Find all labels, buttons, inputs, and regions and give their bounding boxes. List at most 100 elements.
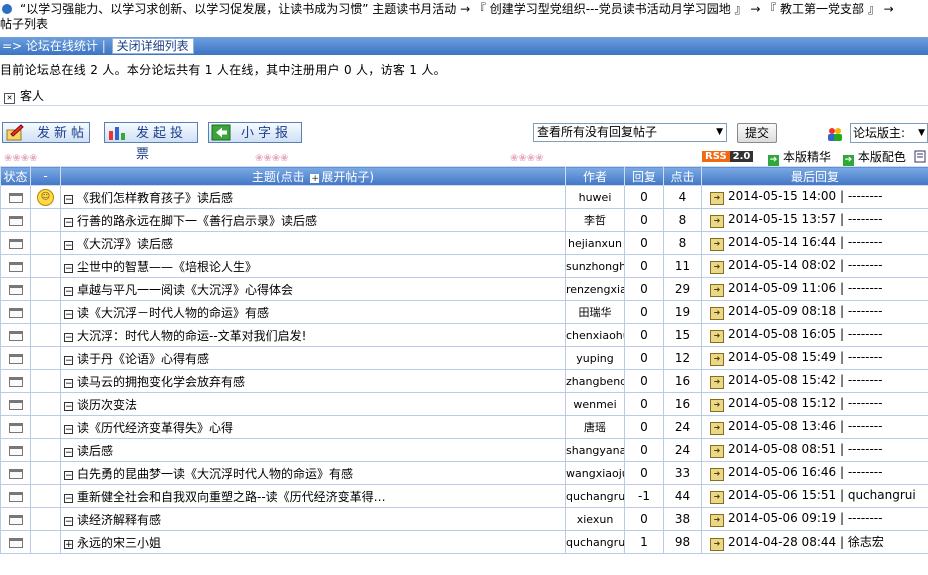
view-count: 16 xyxy=(663,392,702,416)
last-post-icon[interactable]: ➜ xyxy=(710,261,724,274)
last-post-icon[interactable]: ➜ xyxy=(710,330,724,343)
last-reply-user[interactable]: | -------- xyxy=(840,373,883,387)
moderator-select[interactable]: 论坛版主: ▼ xyxy=(850,123,928,143)
table-row: − 《大沉浮》读后感 hejianxun 0 8 ➜ 2014-05-14 16:44 | … xyxy=(0,231,928,255)
last-reply-user[interactable]: | -------- xyxy=(840,350,883,364)
collapse-icon[interactable]: − xyxy=(64,470,73,480)
collapse-icon[interactable]: − xyxy=(64,309,73,319)
author-link[interactable]: 田瑞华 xyxy=(565,300,625,324)
collapse-icon[interactable]: − xyxy=(64,516,73,526)
collapse-icon[interactable]: − xyxy=(64,493,73,503)
author-link[interactable]: wenmei xyxy=(565,392,625,416)
collapse-icon[interactable]: − xyxy=(64,424,73,434)
last-post-icon[interactable]: ➜ xyxy=(710,284,724,297)
author-link[interactable]: sunzhonghua xyxy=(565,254,625,278)
topic-title-link[interactable]: 谈历次变法 xyxy=(77,398,137,412)
collapse-icon[interactable]: − xyxy=(64,240,73,250)
last-reply-user[interactable]: | -------- xyxy=(840,442,883,456)
topic-title-link[interactable]: 白先勇的昆曲梦一读《大沉浮时代人物的命运》有感 xyxy=(77,467,353,481)
author-link[interactable]: hejianxun xyxy=(565,231,625,255)
topic-title-link[interactable]: 读《历代经济变革得失》心得 xyxy=(77,421,233,435)
author-link[interactable]: 唐瑶 xyxy=(565,415,625,439)
digest-link[interactable]: 本版精华 xyxy=(783,150,831,164)
reply-count: 0 xyxy=(624,208,664,232)
collapse-icon[interactable]: − xyxy=(64,378,73,388)
small-poster-button[interactable]: 小字报 xyxy=(208,122,302,143)
last-post-icon[interactable]: ➜ xyxy=(710,238,724,251)
color-scheme-link[interactable]: 本版配色 xyxy=(858,150,906,164)
last-post-icon[interactable]: ➜ xyxy=(710,422,724,435)
last-reply-user[interactable]: | -------- xyxy=(840,511,883,525)
document-icon[interactable] xyxy=(914,150,926,163)
author-link[interactable]: zhangbenqing xyxy=(565,369,625,393)
new-post-button[interactable]: 发新帖 xyxy=(2,122,90,143)
last-reply-user[interactable]: | quchangrui xyxy=(840,488,916,502)
topic-title-link[interactable]: 行善的路永远在脚下一《善行启示录》读后感 xyxy=(77,214,317,228)
collapse-icon[interactable]: − xyxy=(64,217,73,227)
topic-title-link[interactable]: 读经济解释有感 xyxy=(77,513,161,527)
last-reply-user[interactable]: | -------- xyxy=(840,281,883,295)
last-post-icon[interactable]: ➜ xyxy=(710,192,724,205)
author-link[interactable]: 李哲 xyxy=(565,208,625,232)
last-post-icon[interactable]: ➜ xyxy=(710,215,724,228)
last-post-icon[interactable]: ➜ xyxy=(710,514,724,527)
topic-title-link[interactable]: 尘世中的智慧——《培根论人生》 xyxy=(77,260,257,274)
author-link[interactable]: quchangrui xyxy=(565,530,625,554)
last-post-icon[interactable]: ➜ xyxy=(710,307,724,320)
last-reply-user[interactable]: | -------- xyxy=(840,465,883,479)
author-link[interactable]: quchangrui xyxy=(565,484,625,508)
collapse-icon[interactable]: − xyxy=(64,355,73,365)
author-link[interactable]: renzengxia xyxy=(565,277,625,301)
new-poll-button[interactable]: 发起投票 xyxy=(104,122,198,162)
topic-title-link[interactable]: 读于丹《论语》心得有感 xyxy=(77,352,209,366)
author-link[interactable]: chenxiaohua xyxy=(565,323,625,347)
topic-title-link[interactable]: 重新健全社会和自我双向重塑之路--读《历代经济变革得… xyxy=(77,490,386,504)
topic-title-link[interactable]: 大沉浮：时代人物的命运--文革对我们启发! xyxy=(77,329,306,343)
last-post-icon[interactable]: ➜ xyxy=(710,491,724,504)
last-reply-user[interactable]: | -------- xyxy=(840,235,883,249)
last-post-icon[interactable]: ➜ xyxy=(710,468,724,481)
expand-icon[interactable]: + xyxy=(64,539,73,549)
author-link[interactable]: huwei xyxy=(565,185,625,209)
author-link[interactable]: yuping xyxy=(565,346,625,370)
breadcrumb-path[interactable]: “以学习强能力、以学习求创新、以学习促发展，让读书成为习惯” 主题读书月活动 →… xyxy=(20,2,894,16)
topic-title-link[interactable]: 读后感 xyxy=(77,444,113,458)
last-reply-user[interactable]: | 徐志宏 xyxy=(840,535,884,549)
last-post-icon[interactable]: ➜ xyxy=(710,538,724,551)
topic-filter-select[interactable]: 查看所有没有回复帖子 ▼ xyxy=(533,123,727,142)
online-stats-label[interactable]: => 论坛在线统计 xyxy=(0,39,98,53)
last-reply-user[interactable]: | -------- xyxy=(840,212,883,226)
author-link[interactable]: wangxiaojun xyxy=(565,461,625,485)
status-cell xyxy=(0,254,31,278)
topic-title-link[interactable]: 《大沉浮》读后感 xyxy=(77,237,173,251)
topic-title-link[interactable]: 读《大沉浮－时代人物的命运》有感 xyxy=(77,306,269,320)
topic-title-link[interactable]: 读马云的拥抱变化学会放弃有感 xyxy=(77,375,245,389)
last-reply-user[interactable]: | -------- xyxy=(840,396,883,410)
last-post-icon[interactable]: ➜ xyxy=(710,376,724,389)
author-link[interactable]: xiexun xyxy=(565,507,625,531)
topic-title-link[interactable]: 《我们怎样教育孩子》读后感 xyxy=(77,191,233,205)
last-post-icon[interactable]: ➜ xyxy=(710,445,724,458)
last-reply-user[interactable]: | -------- xyxy=(840,304,883,318)
rss-feed-link[interactable]: RSS 2.0 xyxy=(702,150,754,163)
last-reply-user[interactable]: | -------- xyxy=(840,419,883,433)
topic-title-link[interactable]: 永远的宋三小姐 xyxy=(77,536,161,550)
guest-label[interactable]: 客人 xyxy=(20,89,44,103)
last-reply-user[interactable]: | -------- xyxy=(840,258,883,272)
collapse-icon[interactable]: − xyxy=(64,286,73,296)
folder-icon xyxy=(8,491,23,502)
close-detail-list-link[interactable]: 关闭详细列表 xyxy=(111,38,194,54)
last-reply-user[interactable]: | -------- xyxy=(840,327,883,341)
last-reply-user[interactable]: | -------- xyxy=(840,189,883,203)
collapse-icon[interactable]: − xyxy=(64,263,73,273)
collapse-icon[interactable]: − xyxy=(64,401,73,411)
last-post-icon[interactable]: ➜ xyxy=(710,399,724,412)
collapse-icon[interactable]: − xyxy=(64,194,73,204)
collapse-icon[interactable]: − xyxy=(64,332,73,342)
expand-all-icon[interactable]: + xyxy=(310,173,320,183)
collapse-icon[interactable]: − xyxy=(64,447,73,457)
last-post-icon[interactable]: ➜ xyxy=(710,353,724,366)
submit-button[interactable]: 提交 xyxy=(737,123,777,143)
topic-title-link[interactable]: 卓越与平凡一一阅读《大沉浮》心得体会 xyxy=(77,283,293,297)
author-link[interactable]: shangyana xyxy=(565,438,625,462)
